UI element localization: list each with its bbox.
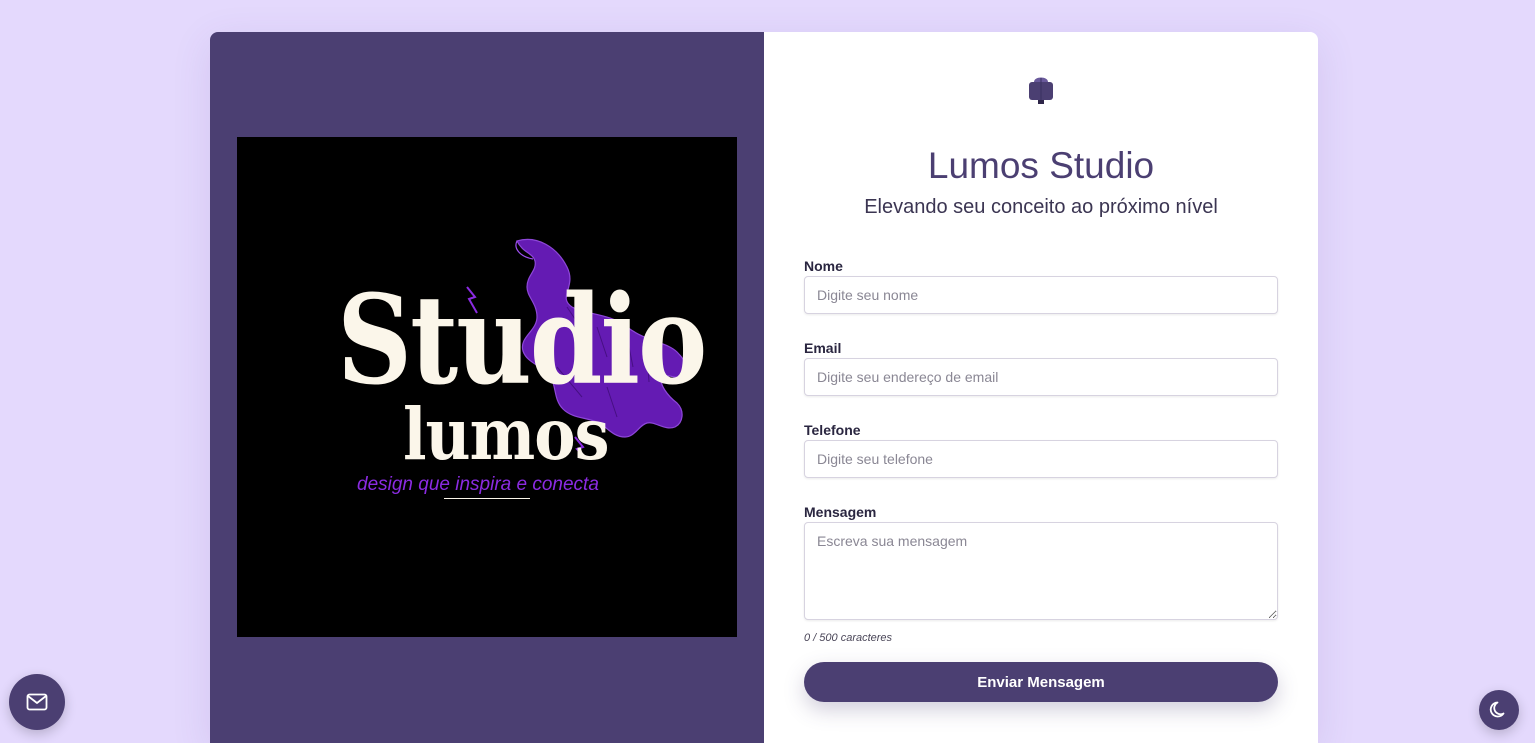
theme-toggle-button[interactable]: [1479, 690, 1519, 730]
message-label: Mensagem: [804, 504, 877, 520]
phone-input[interactable]: [804, 440, 1278, 478]
studio-lumos-logo: Studio lumos design que inspira e conect…: [237, 137, 737, 637]
name-label: Nome: [804, 258, 843, 274]
character-counter: 0 / 500 caracteres: [804, 632, 893, 644]
contact-card: Studio lumos design que inspira e conect…: [210, 32, 1318, 743]
phone-label: Telefone: [804, 422, 861, 438]
logo-underline: [444, 498, 530, 499]
logo-tagline: design que inspira e conecta: [357, 474, 599, 495]
form-panel: Lumos Studio Elevando seu conceito ao pr…: [764, 32, 1318, 743]
email-input[interactable]: [804, 358, 1278, 396]
submit-button[interactable]: Enviar Mensagem: [804, 662, 1278, 702]
message-textarea[interactable]: [804, 522, 1278, 620]
logo-wordmark-studio: Studio: [337, 267, 707, 413]
mail-icon: [26, 693, 48, 711]
email-label: Email: [804, 340, 842, 356]
page-title: Lumos Studio: [927, 145, 1155, 186]
moon-icon: [1489, 701, 1505, 718]
name-input[interactable]: [804, 276, 1278, 314]
brand-icon: [1029, 77, 1053, 104]
contact-fab-button[interactable]: [9, 674, 65, 730]
logo-wordmark-lumos: lumos: [403, 392, 609, 477]
brand-panel: Studio lumos design que inspira e conect…: [210, 32, 764, 743]
page-subtitle: Elevando seu conceito ao próximo nível: [864, 196, 1218, 218]
